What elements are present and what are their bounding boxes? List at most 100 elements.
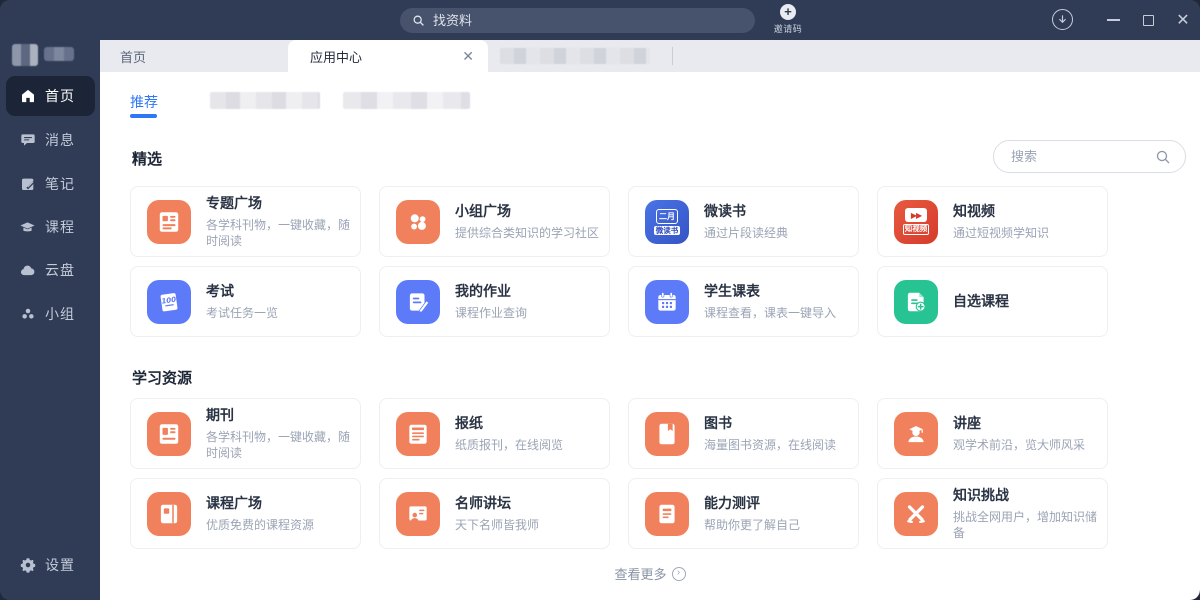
app-card-desc: 海量图书资源，在线阅读 bbox=[704, 437, 836, 453]
app-card-title: 我的作业 bbox=[455, 282, 527, 301]
note-pencil-icon bbox=[19, 176, 36, 193]
app-card-student-timetable[interactable]: 学生课表 课程查看，课表一键导入 bbox=[628, 266, 859, 337]
tab-app-center[interactable]: 应用中心 ✕ bbox=[288, 40, 488, 72]
play-icon: ▶▶ bbox=[905, 208, 927, 222]
micro-reader-logo-top: 二月 bbox=[656, 209, 678, 224]
app-card-title: 期刊 bbox=[206, 406, 350, 425]
app-card-group-square[interactable]: 小组广场 提供综合类知识的学习社区 bbox=[379, 186, 610, 257]
sidebar-item-label: 设置 bbox=[45, 555, 75, 575]
sidebar-item-groups[interactable]: 小组 bbox=[6, 294, 95, 334]
message-icon bbox=[19, 132, 36, 149]
lecture-graduate-icon bbox=[894, 412, 938, 456]
tab-divider bbox=[672, 47, 673, 65]
app-card-title: 学生课表 bbox=[704, 282, 836, 301]
search-icon bbox=[1155, 149, 1171, 165]
app-card-books[interactable]: 图书 海量图书资源，在线阅读 bbox=[628, 398, 859, 469]
app-card-elective-courses[interactable]: 自选课程 bbox=[877, 266, 1108, 337]
maximize-button[interactable] bbox=[1133, 0, 1163, 40]
subtab-row: 推荐 bbox=[130, 90, 158, 116]
tab-close-icon[interactable]: ✕ bbox=[462, 49, 474, 63]
app-card-my-homework[interactable]: 我的作业 课程作业查询 bbox=[379, 266, 610, 337]
sidebar-item-courses[interactable]: 课程 bbox=[6, 207, 95, 247]
app-card-ability-assessment[interactable]: 能力测评 帮助你更了解自己 bbox=[628, 478, 859, 549]
sidebar-item-home[interactable]: 首页 bbox=[6, 76, 95, 116]
micro-reader-logo-icon: 二月 微读书 bbox=[645, 200, 689, 244]
tabbar: 首页 应用中心 ✕ bbox=[100, 40, 1200, 72]
global-search-input[interactable] bbox=[433, 13, 743, 28]
app-card-lectures[interactable]: 讲座 观学术前沿，览大师风采 bbox=[877, 398, 1108, 469]
resources-row-2: 课程广场 优质免费的课程资源 名师讲坛 天下名师皆我师 能力测评 bbox=[130, 478, 1108, 549]
home-icon bbox=[19, 88, 36, 105]
invite-code-button[interactable]: + 邀请码 bbox=[766, 4, 810, 37]
sidebar-item-label: 小组 bbox=[45, 304, 75, 324]
gear-icon bbox=[19, 557, 36, 574]
global-search-box[interactable] bbox=[400, 8, 755, 33]
sidebar: 首页 消息 笔记 课程 云盘 bbox=[0, 40, 100, 600]
app-card-famous-teachers[interactable]: 名师讲坛 天下名师皆我师 bbox=[379, 478, 610, 549]
app-card-micro-reader[interactable]: 二月 微读书 微读书 通过片段读经典 bbox=[628, 186, 859, 257]
logo-blurred-block bbox=[12, 44, 38, 66]
tab-app-center-label: 应用中心 bbox=[310, 47, 362, 66]
app-card-title: 课程广场 bbox=[206, 494, 314, 513]
featured-row-1: 专题广场 各学科刊物，一键收藏，随时阅读 小组广场 提供综合类知识的学习社区 二… bbox=[130, 186, 1108, 257]
app-card-title: 微读书 bbox=[704, 202, 788, 221]
cloud-icon bbox=[19, 262, 36, 279]
logo-blurred-block bbox=[44, 47, 74, 61]
close-icon: ✕ bbox=[1176, 10, 1189, 30]
exam-paper-icon: 100 bbox=[147, 280, 191, 324]
subtab-recommended[interactable]: 推荐 bbox=[130, 92, 158, 114]
featured-row-2: 100 考试 考试任务一览 我的作业 课程作业查询 bbox=[130, 266, 1108, 337]
app-search-input[interactable] bbox=[1011, 149, 1149, 164]
close-button[interactable]: ✕ bbox=[1168, 0, 1198, 40]
app-card-title: 报纸 bbox=[455, 414, 563, 433]
periodical-icon bbox=[147, 412, 191, 456]
sidebar-item-messages[interactable]: 消息 bbox=[6, 120, 95, 160]
download-button[interactable] bbox=[1052, 9, 1073, 30]
resources-row-1: 期刊 各学科刊物，一键收藏，随时阅读 报纸 纸质报刊，在线阅览 图书 bbox=[130, 398, 1108, 469]
app-card-desc: 通过短视频学知识 bbox=[953, 225, 1049, 241]
download-arrow-icon bbox=[1057, 14, 1068, 25]
zhi-video-logo-icon: ▶▶ 知视频 bbox=[894, 200, 938, 244]
app-card-desc: 帮助你更了解自己 bbox=[704, 517, 800, 533]
tab-home[interactable]: 首页 bbox=[100, 40, 288, 72]
app-card-course-square[interactable]: 课程广场 优质免费的课程资源 bbox=[130, 478, 361, 549]
app-card-exam[interactable]: 100 考试 考试任务一览 bbox=[130, 266, 361, 337]
maximize-icon bbox=[1143, 15, 1154, 26]
subtab-active-underline bbox=[130, 114, 157, 118]
sidebar-item-settings[interactable]: 设置 bbox=[6, 545, 95, 585]
app-card-periodicals[interactable]: 期刊 各学科刊物，一键收藏，随时阅读 bbox=[130, 398, 361, 469]
plus-circle-icon: + bbox=[780, 4, 796, 20]
app-card-title: 小组广场 bbox=[455, 202, 599, 221]
app-card-title: 名师讲坛 bbox=[455, 494, 539, 513]
app-card-title: 考试 bbox=[206, 282, 278, 301]
graduation-cap-icon bbox=[19, 219, 36, 236]
homework-pencil-icon bbox=[396, 280, 440, 324]
app-card-desc: 天下名师皆我师 bbox=[455, 517, 539, 533]
calendar-icon bbox=[645, 280, 689, 324]
section-title-resources: 学习资源 bbox=[132, 367, 192, 388]
app-card-knowledge-challenge[interactable]: 知识挑战 挑战全网用户，增加知识储备 bbox=[877, 478, 1108, 549]
app-card-desc: 课程查看，课表一键导入 bbox=[704, 305, 836, 321]
app-card-desc: 通过片段读经典 bbox=[704, 225, 788, 241]
invite-code-label: 邀请码 bbox=[766, 22, 810, 35]
app-card-zhi-video[interactable]: ▶▶ 知视频 知视频 通过短视频学知识 bbox=[877, 186, 1108, 257]
app-card-title: 专题广场 bbox=[206, 194, 350, 213]
app-card-desc: 课程作业查询 bbox=[455, 305, 527, 321]
app-search-box[interactable] bbox=[993, 140, 1186, 173]
sidebar-item-notes[interactable]: 笔记 bbox=[6, 164, 95, 204]
sidebar-item-label: 课程 bbox=[45, 217, 75, 237]
book-icon bbox=[645, 412, 689, 456]
app-card-desc: 提供综合类知识的学习社区 bbox=[455, 225, 599, 241]
document-plus-icon bbox=[894, 280, 938, 324]
subtab-redacted[interactable] bbox=[210, 92, 320, 109]
app-card-newspaper[interactable]: 报纸 纸质报刊，在线阅览 bbox=[379, 398, 610, 469]
zhi-video-logo-band: 知视频 bbox=[903, 224, 930, 235]
app-card-title: 图书 bbox=[704, 414, 836, 433]
subtab-redacted[interactable] bbox=[343, 92, 470, 109]
view-more-button[interactable]: 查看更多 › bbox=[100, 564, 1200, 583]
app-card-topic-square[interactable]: 专题广场 各学科刊物，一键收藏，随时阅读 bbox=[130, 186, 361, 257]
tab-redacted[interactable] bbox=[500, 48, 650, 64]
minimize-icon bbox=[1107, 19, 1120, 21]
minimize-button[interactable] bbox=[1098, 0, 1128, 40]
sidebar-item-cloud-drive[interactable]: 云盘 bbox=[6, 250, 95, 290]
